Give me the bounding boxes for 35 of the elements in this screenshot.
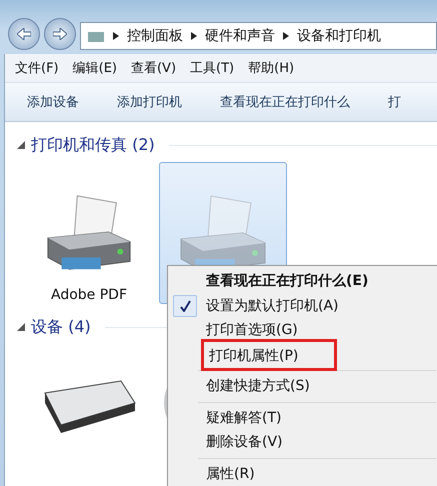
address-bar[interactable]: 控制面板 硬件和声音 设备和打印机 — [80, 22, 437, 50]
menu-option[interactable]: 创建快捷方式(S) — [206, 377, 310, 396]
breadcrumb-item[interactable]: 控制面板 — [127, 27, 183, 45]
menu-option[interactable]: 疑难解答(T) — [206, 408, 282, 427]
command-button[interactable]: 打 — [388, 93, 401, 111]
back-button[interactable] — [8, 18, 40, 50]
menu-item[interactable]: 帮助(H) — [248, 59, 294, 77]
command-button[interactable]: 添加打印机 — [117, 93, 182, 111]
group-heading: 打印机和传真 (2) — [31, 134, 155, 156]
chevron-icon — [191, 32, 197, 40]
group-heading: 设备 (4) — [31, 316, 91, 338]
menu-option[interactable]: 打印机属性(P) — [209, 348, 298, 364]
collapse-icon[interactable] — [17, 323, 25, 331]
command-button[interactable]: 添加设备 — [27, 93, 79, 111]
menu-item[interactable]: 查看(V) — [130, 59, 176, 77]
menu-option[interactable]: 打印首选项(G) — [206, 321, 298, 340]
menu-option[interactable]: 属性(R) — [206, 464, 255, 483]
command-button[interactable]: 查看现在正在打印什么 — [220, 93, 350, 111]
menu-option[interactable]: 删除设备(V) — [206, 433, 283, 452]
forward-button[interactable] — [44, 18, 76, 50]
chevron-icon — [113, 32, 119, 40]
menu-option[interactable]: 设置为默认打印机(A) — [206, 296, 339, 315]
menu-item[interactable]: 工具(T) — [190, 59, 234, 77]
chevron-icon — [283, 32, 289, 40]
menu-item[interactable]: 文件(F) — [15, 59, 59, 77]
device-label: Adobe PDF — [50, 287, 127, 303]
back-arrow-icon — [17, 28, 31, 40]
breadcrumb-item[interactable]: 硬件和声音 — [205, 27, 275, 45]
device-tile[interactable]: Adobe PDF — [25, 162, 153, 304]
menu-item[interactable]: 编辑(E) — [72, 59, 117, 77]
checkmark-icon — [180, 300, 190, 312]
breadcrumb-item[interactable]: 设备和打印机 — [297, 27, 381, 45]
menu-option[interactable]: 查看现在正在打印什么(E) — [206, 272, 368, 290]
collapse-icon[interactable] — [17, 141, 25, 149]
forward-arrow-icon — [53, 28, 67, 40]
